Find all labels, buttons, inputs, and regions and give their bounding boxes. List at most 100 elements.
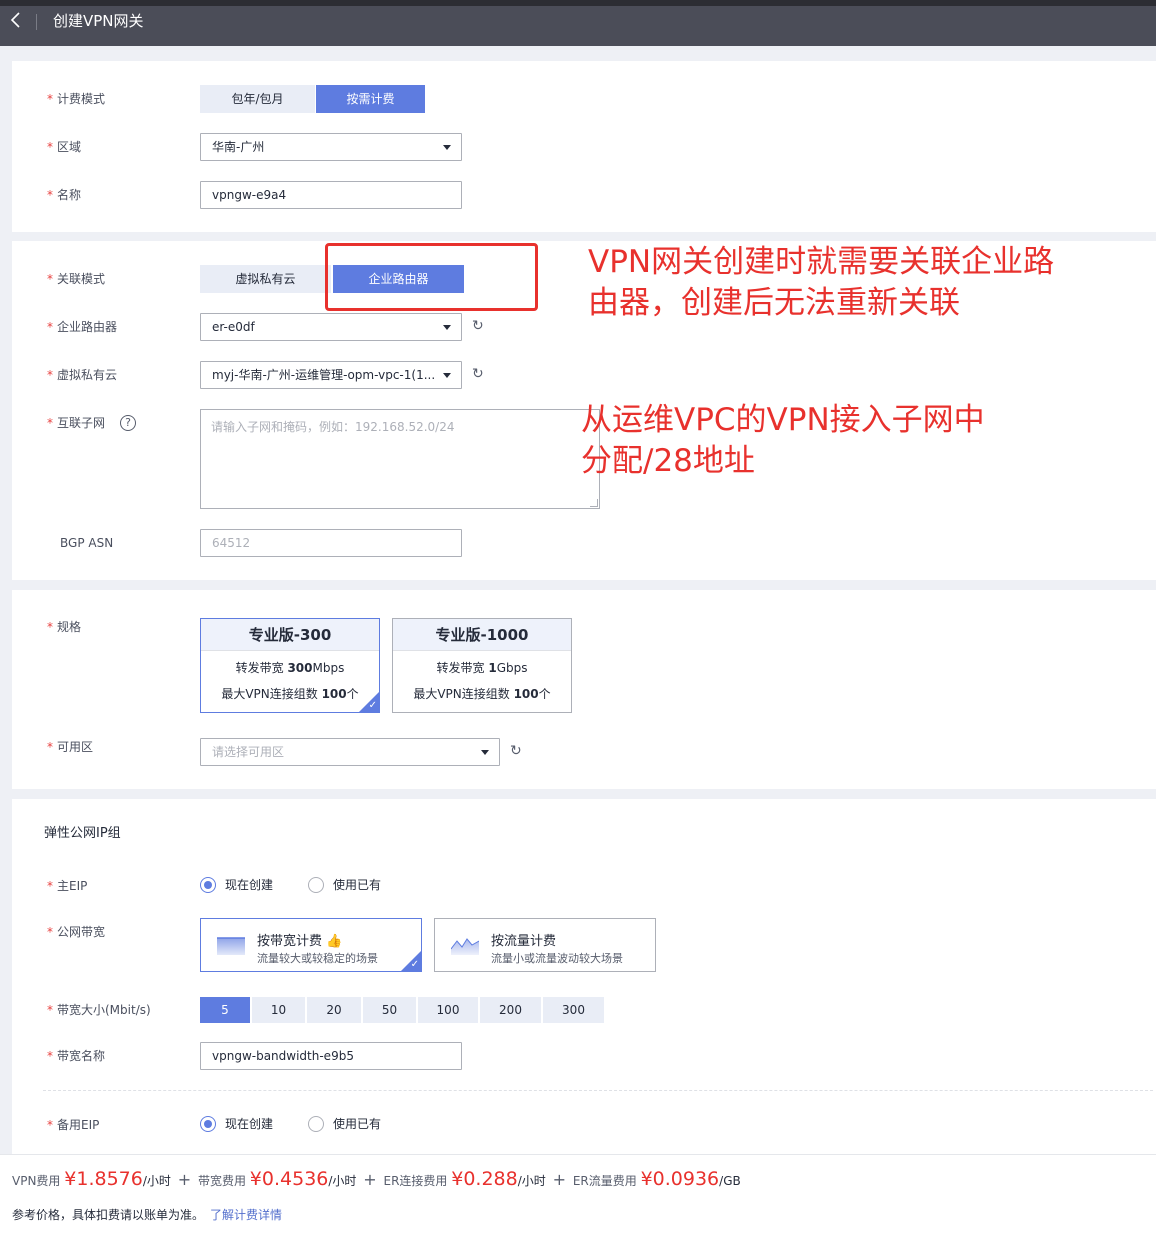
vpc-select[interactable]: myj-华南-广州-运维管理-opm-vpc-1(1...	[200, 361, 462, 389]
spec-connections: 最大VPN连接组数 100个	[413, 687, 551, 701]
bgp-asn-input[interactable]: 64512	[200, 529, 462, 557]
help-icon[interactable]: ?	[120, 415, 136, 431]
per-gb-unit: /GB	[719, 1174, 741, 1188]
eip-section-title: 弹性公网IP组	[44, 826, 121, 841]
plus-icon: +	[177, 1170, 192, 1189]
association-mode-label: * 关联模式	[47, 272, 106, 286]
interconnect-subnet-label: * 互联子网	[47, 416, 106, 430]
bandwidth-size-10[interactable]: 10	[252, 997, 305, 1023]
primary-eip-existing-label: 使用已有	[333, 878, 382, 892]
annotation-highlight-box	[325, 243, 538, 311]
spec-bandwidth: 转发带宽 1Gbps	[436, 661, 528, 675]
bandwidth-size-20[interactable]: 20	[307, 997, 361, 1023]
bandwidth-fee-label: 带宽费用	[197, 1174, 246, 1188]
bandwidth-size-200[interactable]: 200	[480, 997, 541, 1023]
price-note: 参考价格，具体扣费请以账单为准。 了解计费详情	[12, 1208, 283, 1222]
public-bandwidth-label: * 公网带宽	[47, 925, 106, 939]
bandwidth-name-label: * 带宽名称	[47, 1049, 106, 1063]
eip-card	[12, 799, 1156, 1159]
interconnect-subnet-input[interactable]: 请输入子网和掩码，例如：192.168.52.0/24	[200, 409, 600, 509]
bandwidth-size-300[interactable]: 300	[543, 997, 604, 1023]
billing-mode-label: * 计费模式	[47, 92, 106, 106]
annotation-er-line1: VPN网关创建时就需要关联企业路	[588, 244, 1055, 280]
primary-eip-existing-radio[interactable]	[308, 877, 324, 893]
backup-eip-label: * 备用EIP	[47, 1118, 100, 1132]
refresh-icon[interactable]: ↻	[510, 744, 524, 758]
enterprise-router-select[interactable]: er-e0df	[200, 313, 462, 341]
spec-option-pro-1000[interactable]: 专业版-1000 转发带宽 1Gbps 最大VPN连接组数 100个	[392, 618, 572, 713]
section-divider	[43, 1090, 1153, 1091]
spec-title: 专业版-300	[201, 619, 379, 651]
er-traffic-fee-value: ¥0.0936	[640, 1168, 720, 1190]
association-vpc-button[interactable]: 虚拟私有云	[200, 265, 331, 293]
backup-eip-existing-label: 使用已有	[333, 1117, 382, 1131]
spec-label: * 规格	[47, 620, 82, 634]
er-traffic-fee-label: ER流量费用	[572, 1174, 637, 1188]
by-traffic-title: 按流量计费	[491, 934, 557, 949]
backup-eip-existing-radio[interactable]	[308, 1116, 324, 1132]
traffic-chart-icon	[450, 935, 480, 955]
bandwidth-size-5[interactable]: 5	[200, 997, 250, 1023]
top-bar	[0, 0, 1156, 46]
annotation-subnet-line1: 从运维VPC的VPN接入子网中	[581, 402, 985, 438]
by-bandwidth-subtitle: 流量较大或较稳定的场景	[257, 952, 378, 965]
chevron-down-icon	[443, 373, 451, 378]
refresh-icon[interactable]: ↻	[472, 367, 486, 381]
bandwidth-size-label: * 带宽大小(Mbit/s)	[47, 1003, 151, 1017]
backup-eip-create-radio[interactable]	[200, 1116, 216, 1132]
bandwidth-size-100[interactable]: 100	[418, 997, 478, 1023]
check-icon: ✓	[410, 959, 419, 970]
spec-card	[12, 590, 1156, 789]
name-label: * 名称	[47, 188, 82, 202]
refresh-icon[interactable]: ↻	[472, 319, 486, 333]
annotation-subnet-line2: 分配/28地址	[581, 443, 755, 479]
az-select[interactable]: 请选择可用区	[200, 738, 500, 766]
plus-icon: +	[552, 1170, 566, 1189]
bandwidth-size-50[interactable]: 50	[363, 997, 416, 1023]
er-connection-fee-label: ER连接费用	[383, 1174, 448, 1188]
per-hour-unit: /小时	[517, 1174, 546, 1188]
primary-eip-create-radio[interactable]	[200, 877, 216, 893]
spec-option-pro-300[interactable]: 专业版-300 转发带宽 300Mbps 最大VPN连接组数 100个 ✓	[200, 618, 380, 713]
billing-details-link[interactable]: 了解计费详情	[210, 1208, 282, 1222]
vpn-fee-value: ¥1.8576	[64, 1168, 143, 1190]
spec-bandwidth: 转发带宽 300Mbps	[235, 661, 345, 675]
by-bandwidth-title: 按带宽计费 👍	[257, 934, 343, 949]
plus-icon: +	[363, 1170, 377, 1189]
backup-eip-create-label: 现在创建	[225, 1117, 274, 1131]
bgp-asn-label: BGP ASN	[60, 536, 114, 550]
vpc-label: * 虚拟私有云	[47, 368, 118, 382]
bandwidth-name-input[interactable]: vpngw-bandwidth-e9b5	[200, 1042, 462, 1070]
az-label: * 可用区	[47, 740, 94, 754]
chevron-down-icon	[481, 750, 489, 755]
er-connection-fee-value: ¥0.288	[451, 1168, 518, 1190]
check-icon: ✓	[368, 700, 377, 711]
by-traffic-subtitle: 流量小或流量波动较大场景	[491, 952, 623, 965]
per-hour-unit: /小时	[328, 1174, 357, 1188]
price-summary: VPN费用 ¥1.8576/小时 + 带宽费用 ¥0.4536/小时 + ER连…	[12, 1168, 741, 1190]
region-label: * 区域	[47, 140, 82, 154]
region-select[interactable]: 华南-广州	[200, 133, 462, 161]
basic-info-card	[12, 61, 1156, 232]
annotation-er-line2: 由器，创建后无法重新关联	[588, 285, 960, 321]
back-arrow-icon[interactable]	[8, 10, 24, 30]
header-divider	[36, 14, 37, 30]
billing-yearly-monthly-button[interactable]: 包年/包月	[200, 85, 315, 113]
bandwidth-chart-icon	[217, 935, 245, 955]
vpn-fee-label: VPN费用	[12, 1174, 61, 1188]
per-hour-unit: /小时	[142, 1174, 171, 1188]
name-input[interactable]: vpngw-e9a4	[200, 181, 462, 209]
bandwidth-fee-value: ¥0.4536	[249, 1168, 329, 1190]
enterprise-router-label: * 企业路由器	[47, 320, 118, 334]
chevron-down-icon	[443, 145, 451, 150]
spec-title: 专业版-1000	[393, 619, 571, 651]
primary-eip-create-label: 现在创建	[225, 878, 274, 892]
thumbs-up-icon: 👍	[326, 934, 343, 949]
billing-by-bandwidth-option[interactable]: 按带宽计费 👍 流量较大或较稳定的场景 ✓	[200, 918, 422, 972]
primary-eip-label: * 主EIP	[47, 879, 88, 893]
chevron-down-icon	[443, 325, 451, 330]
billing-by-traffic-option[interactable]: 按流量计费 流量小或流量波动较大场景	[434, 918, 656, 972]
page-title: 创建VPN网关	[53, 12, 144, 30]
resize-handle-icon[interactable]	[590, 499, 598, 507]
billing-on-demand-button[interactable]: 按需计费	[316, 85, 425, 113]
